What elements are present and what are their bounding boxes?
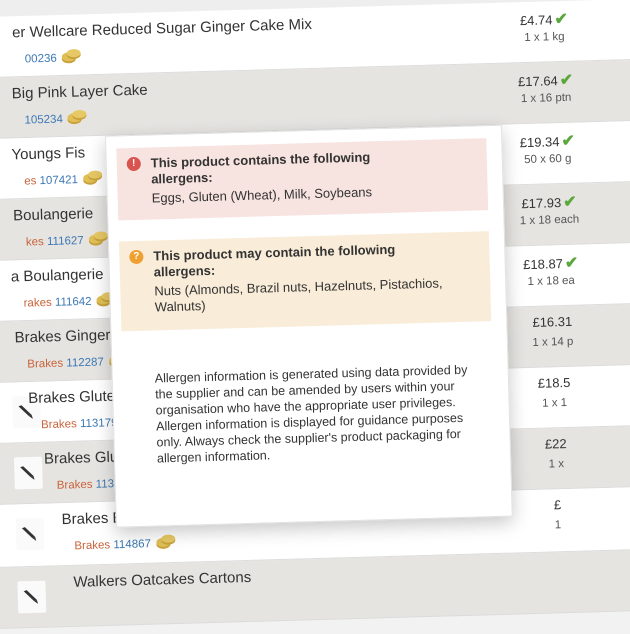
product-pack-size: 1 x 1 kg [484, 30, 604, 45]
product-code: es 107421 [24, 170, 104, 191]
product-code: 105234 [24, 109, 89, 130]
product-thumbnail[interactable] [17, 581, 46, 614]
product-name[interactable]: er Wellcare Reduced Sugar Ginger Cake Mi… [12, 16, 312, 41]
product-name[interactable]: Youngs Fis [11, 144, 85, 163]
product-brand: kes [26, 236, 44, 248]
product-price: £22 [496, 435, 616, 453]
checkmark-icon: ✔ [563, 194, 577, 211]
product-price: £19.34✔ [487, 130, 608, 153]
product-pack-size: 50 x 60 g [488, 152, 608, 167]
product-code: Brakes 114867 [74, 534, 177, 556]
product-brand: Brakes [57, 479, 93, 492]
product-brand: es [24, 175, 36, 187]
product-price: £4.74✔ [484, 8, 605, 31]
price-value: £4.74 [520, 12, 553, 28]
exclamation-icon: ! [127, 157, 141, 171]
product-thumbnail[interactable] [14, 457, 43, 490]
price-value: £16.31 [532, 314, 572, 330]
question-icon: ? [129, 250, 143, 264]
product-name[interactable]: Big Pink Layer Cake [12, 82, 148, 103]
product-code: rakes 111642 [23, 292, 117, 314]
product-code: kes 111627 [26, 231, 110, 252]
checkmark-icon: ✔ [554, 11, 568, 28]
price-value: £17.93 [521, 195, 561, 211]
product-code-number[interactable]: 107421 [39, 174, 78, 187]
product-brand: Brakes [74, 539, 110, 552]
allergen-popup: ! This product contains the following al… [105, 125, 513, 528]
checkmark-icon: ✔ [565, 255, 579, 272]
product-code-number[interactable]: 112287 [66, 356, 104, 369]
product-code-number[interactable]: 105234 [24, 113, 63, 126]
product-price: £18.87✔ [490, 252, 611, 275]
product-pack-size: 1 x 18 each [489, 213, 609, 228]
contains-allergens-alert: ! This product contains the following al… [116, 138, 488, 220]
price-value: £ [554, 497, 562, 512]
may-contain-allergens-heading: This product may contain the following a… [153, 241, 414, 280]
product-price: £18.5 [494, 374, 614, 392]
checkmark-icon: ✔ [560, 72, 574, 89]
product-name[interactable]: Walkers Oatcakes Cartons [73, 569, 251, 591]
product-pack-size: 1 x 18 ea [491, 274, 611, 289]
coin-stack-icon[interactable] [87, 231, 110, 251]
coin-stack-icon[interactable] [82, 170, 105, 190]
product-pack-size: 1 x 16 ptn [486, 91, 606, 106]
product-pack-size: 1 x 14 p [493, 335, 613, 350]
price-value: £18.5 [538, 375, 571, 391]
may-contain-allergens-list: Nuts (Almonds, Brazil nuts, Hazelnuts, P… [154, 274, 485, 315]
checkmark-icon: ✔ [561, 133, 575, 150]
product-pack-size: 1 [498, 518, 618, 533]
price-value: £19.34 [520, 134, 560, 150]
product-code-number[interactable]: 111642 [55, 296, 92, 309]
allergen-disclaimer: Allergen information is generated using … [155, 361, 488, 466]
product-pack-size: 1 x 1 [494, 396, 614, 411]
product-price: £16.31 [492, 313, 612, 331]
product-name[interactable]: Boulangerie [13, 205, 94, 224]
product-name[interactable]: Brakes Gingerbr [14, 326, 124, 346]
product-thumbnail[interactable] [16, 518, 45, 551]
product-brand: rakes [23, 297, 51, 310]
coin-stack-icon[interactable] [155, 534, 178, 554]
product-code-number[interactable]: 114867 [113, 538, 151, 551]
product-name[interactable]: a Boulangerie [11, 266, 104, 286]
coin-stack-icon[interactable] [61, 48, 84, 68]
product-brand: Brakes [27, 358, 63, 371]
product-price: £17.93✔ [489, 191, 610, 214]
price-value: £18.87 [523, 256, 563, 272]
product-list-view: er Wellcare Reduced Sugar Ginger Cake Mi… [0, 0, 630, 634]
price-value: £17.64 [518, 73, 558, 89]
product-code-number[interactable]: 00236 [25, 53, 57, 66]
product-pack-size: 1 x [496, 457, 616, 472]
price-value: £22 [545, 436, 567, 452]
coin-stack-icon[interactable] [67, 109, 90, 129]
product-code-number[interactable]: 111627 [47, 235, 84, 248]
product-price: £ [497, 496, 617, 514]
may-contain-allergens-alert: ? This product may contain the following… [119, 231, 491, 331]
product-price: £17.64✔ [485, 69, 606, 92]
contains-allergens-heading: This product contains the following alle… [151, 148, 412, 187]
product-brand: Brakes [41, 418, 77, 431]
product-code: 00236 [25, 48, 83, 69]
